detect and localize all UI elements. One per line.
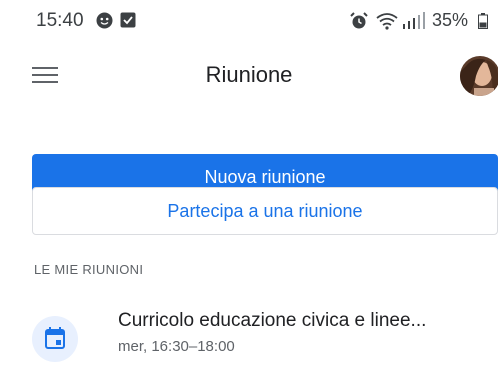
- status-time: 15:40: [36, 10, 84, 31]
- battery-icon: [478, 13, 488, 34]
- list-item[interactable]: Curricolo educazione civica e linee... m…: [0, 300, 498, 362]
- section-header-my-meetings: LE MIE RIUNIONI: [34, 262, 144, 277]
- wifi-icon: [376, 12, 398, 35]
- face-notification-icon: [96, 12, 113, 34]
- check-notification-icon: [120, 12, 136, 33]
- status-bar: 15:40 35%: [0, 0, 498, 40]
- app-bar: Riunione: [0, 50, 498, 100]
- join-meeting-button[interactable]: Partecipa a una riunione: [32, 187, 498, 235]
- meeting-title: Curricolo educazione civica e linee...: [118, 310, 427, 331]
- alarm-icon: [350, 12, 368, 35]
- signal-icon: [401, 12, 427, 35]
- calendar-icon: [32, 316, 78, 362]
- page-title: Riunione: [205, 62, 293, 87]
- meeting-time: mer, 16:30–18:00: [118, 338, 235, 355]
- account-avatar[interactable]: [460, 56, 498, 96]
- battery-percentage: 35%: [432, 10, 469, 30]
